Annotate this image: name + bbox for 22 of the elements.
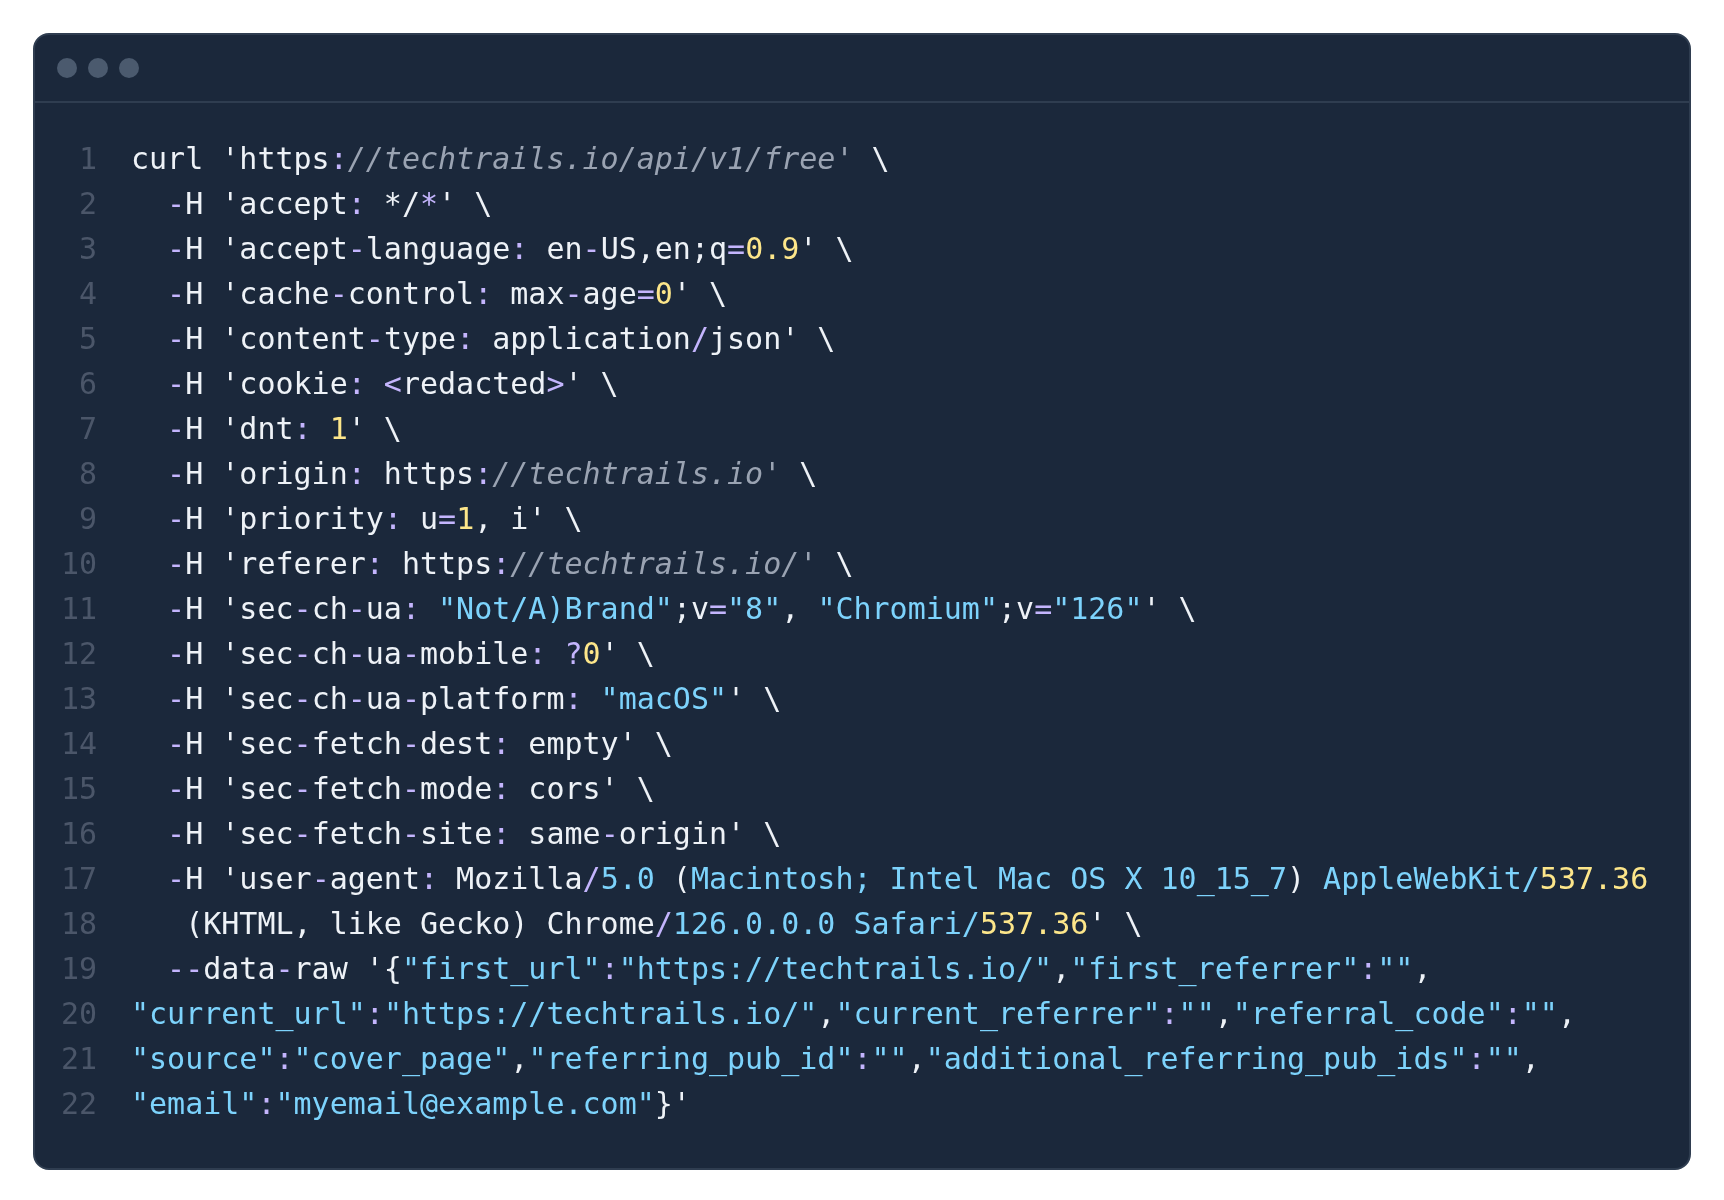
code-line: -H 'cache-control: max-age=0' \: [166, 275, 728, 313]
code-line: -H 'sec-fetch-mode: cors' \: [166, 770, 655, 808]
code-line: -H 'sec-fetch-site: same-origin' \: [166, 815, 782, 853]
code-line: -H 'accept: */*' \: [166, 185, 493, 223]
code-line: -H 'accept-language: en-US,en;q=0.9' \: [166, 230, 854, 268]
code-line: curl 'https://techtrails.io/api/v1/free' \: [131, 140, 890, 178]
code-line: -H 'priority: u=1, i' \: [166, 500, 583, 538]
code-line: --data-raw '{"first_url":"https://techtrails.io/","first_referrer":"",: [166, 950, 1432, 989]
code-line: -H 'origin: https://techtrails.io' \: [166, 455, 818, 493]
code-line: -H 'user-agent: Mozilla/5.0 (Macintosh; Intel Mac OS X 10_15_7) AppleWebKit/537.36: [166, 860, 1649, 899]
code-line: -H 'sec-ch-ua: "Not/A)Brand";v="8", "Chromium";v="126"' \: [166, 590, 1197, 628]
code-line: -H 'sec-ch-ua-mobile: ?0' \: [166, 635, 655, 673]
code-line: -H 'referer: https://techtrails.io/' \: [166, 545, 854, 583]
code-line: -H 'sec-fetch-dest: empty' \: [166, 725, 673, 763]
code-line: -H 'sec-ch-ua-platform: "macOS"' \: [166, 680, 782, 718]
code-line: -H 'cookie: <redacted>' \: [166, 365, 619, 403]
code-line: -H 'dnt: 1' \: [166, 410, 402, 448]
code-line: "current_url":"https://techtrails.io/","current_referrer":"","referral_code":"",: [131, 995, 1576, 1034]
code-line: "email":"myemail@example.com"}': [131, 1085, 691, 1123]
code-line: "source":"cover_page","referring_pub_id":"","additional_referring_pub_ids":"",: [131, 1040, 1540, 1079]
code-line: -H 'content-type: application/json' \: [166, 320, 836, 358]
code-line: (KHTML, like Gecko) Chrome/126.0.0.0 Safari/537.36' \: [184, 905, 1143, 943]
